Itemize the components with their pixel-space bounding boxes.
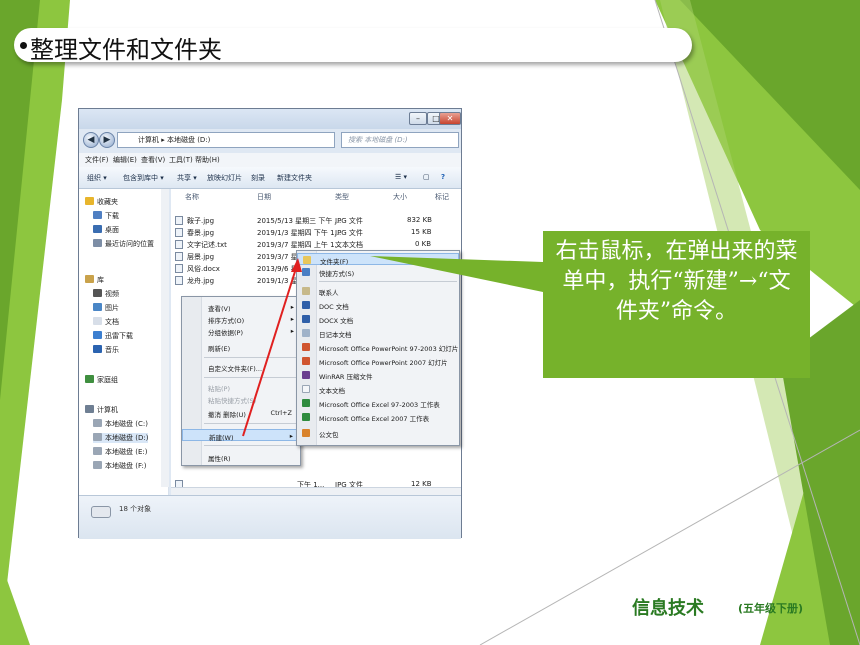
logo-subtitle: (五年级下册)	[738, 602, 804, 615]
callout-pointer	[370, 256, 543, 292]
slide: 整理文件和文件夹 – □ ✕ ◀ ▶ 计算机 ▸ 本地磁盘 (D:) 搜索 本地…	[0, 0, 860, 645]
instruction-callout: 右击鼠标，在弹出来的菜单中，执行“新建”→“文件夹”命令。	[543, 231, 810, 378]
red-arrow	[242, 261, 299, 437]
logo-text: 信息技术	[632, 598, 704, 619]
red-arrowhead	[291, 258, 302, 272]
